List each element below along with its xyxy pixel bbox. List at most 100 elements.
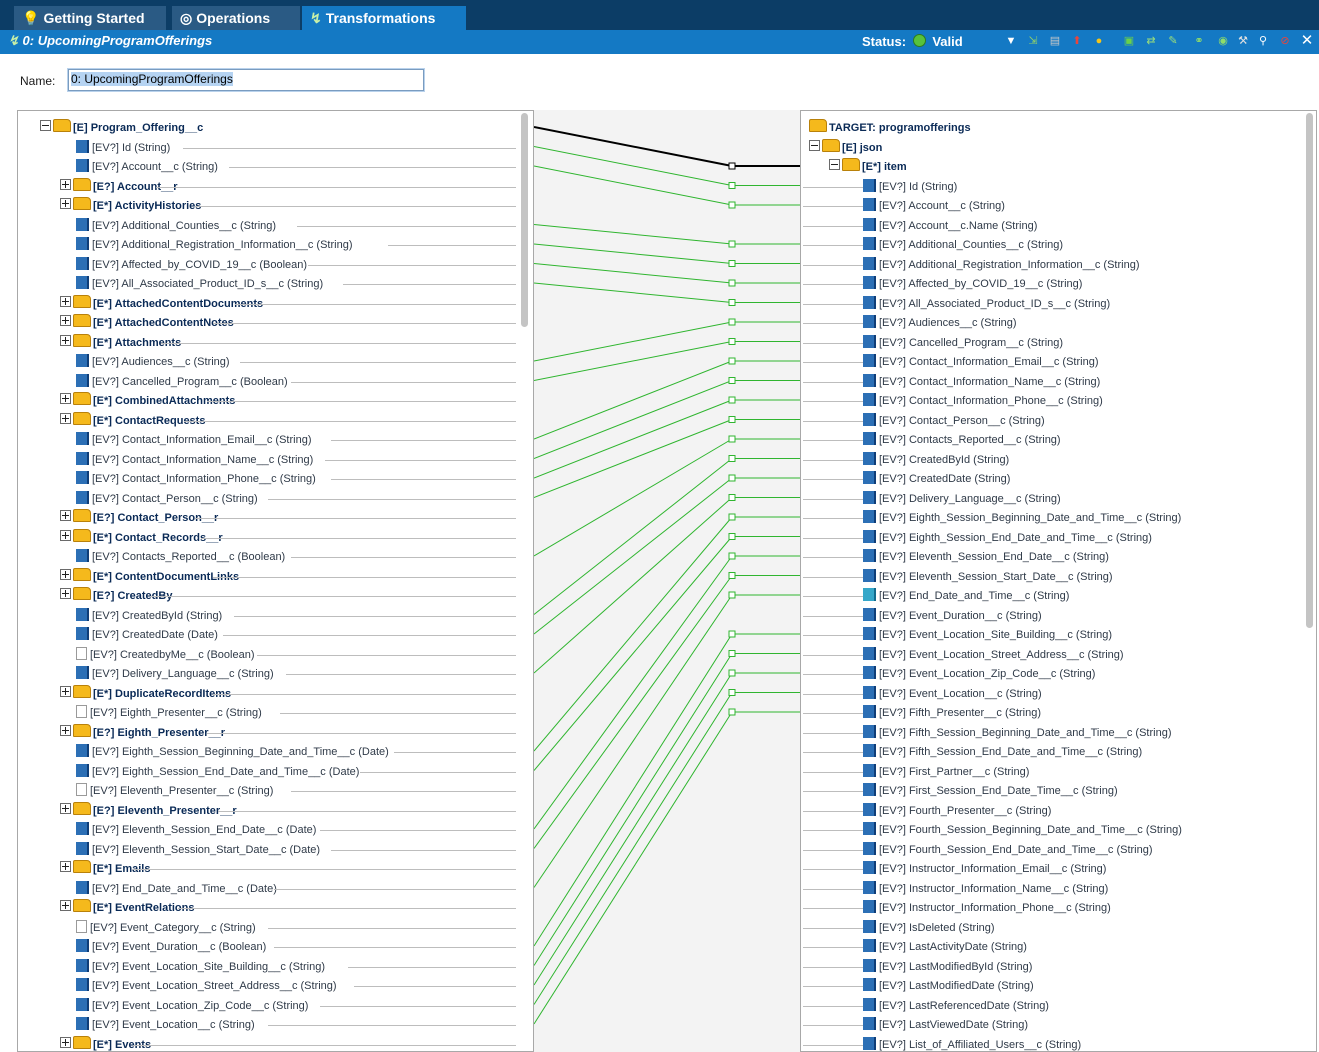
field-mapping-link[interactable] [534, 672, 733, 986]
mapping-node-handle[interactable] [728, 162, 736, 170]
upload-icon[interactable]: ⬆ [1070, 34, 1084, 48]
mapping-node-handle[interactable] [728, 708, 736, 716]
target-tree-row[interactable]: [EV?] List_of_Affiliated_Users__c (Strin… [863, 1036, 1316, 1052]
target-tree-row[interactable]: [EV?] Affected_by_COVID_19__c (String) [863, 275, 1316, 294]
target-tree-row[interactable]: [EV?] Additional_Counties__c (String) [863, 236, 1316, 255]
field-mapping-link[interactable] [534, 516, 733, 752]
dropdown-arrow-icon[interactable]: ▼ [1004, 34, 1018, 48]
target-tree-row[interactable]: [EV?] Fourth_Session_Beginning_Date_and_… [863, 821, 1316, 840]
field-mapping-link[interactable] [534, 146, 733, 186]
tool-icon[interactable]: ⚒ [1236, 34, 1250, 48]
mapping-node-handle[interactable] [728, 240, 736, 248]
mapping-node-handle[interactable] [728, 338, 736, 345]
target-tree-row[interactable]: [EV?] Eighth_Session_Beginning_Date_and_… [863, 509, 1316, 528]
globe-icon[interactable]: ◉ [1216, 34, 1230, 48]
target-tree-row[interactable]: [E] json [809, 138, 1309, 158]
binoculars-icon[interactable]: ⚭ [1192, 34, 1206, 48]
target-tree-row[interactable]: [EV?] CreatedById (String) [863, 451, 1316, 470]
expand-icon[interactable] [60, 900, 71, 911]
target-tree-row[interactable]: [EV?] Eighth_Session_End_Date_and_Time__… [863, 529, 1316, 548]
mapping-node-handle[interactable] [728, 650, 736, 657]
target-tree-row[interactable]: [EV?] End_Date_and_Time__c (String) [863, 587, 1316, 606]
mapping-node-handle[interactable] [728, 396, 736, 404]
target-tree-row[interactable]: [EV?] All_Associated_Product_ID_s__c (St… [863, 295, 1316, 314]
field-mapping-link[interactable] [534, 282, 733, 303]
target-tree-row[interactable]: [EV?] IsDeleted (String) [863, 919, 1316, 938]
field-mapping-link[interactable] [534, 360, 733, 440]
root-mapping-link[interactable] [534, 126, 733, 167]
target-tree-row[interactable]: [EV?] Contact_Information_Phone__c (Stri… [863, 392, 1316, 411]
target-tree-row[interactable]: [EV?] Id (String) [863, 178, 1316, 197]
mapping-node-handle[interactable] [728, 279, 736, 287]
expand-icon[interactable] [60, 178, 71, 190]
mapping-node-handle[interactable] [728, 357, 736, 365]
expand-icon[interactable] [60, 295, 71, 307]
target-tree-row[interactable]: [EV?] Fifth_Presenter__c (String) [863, 704, 1316, 723]
target-tree-row[interactable]: [EV?] Audiences__c (String) [863, 314, 1316, 333]
dot-icon[interactable]: ● [1092, 34, 1106, 48]
expand-icon[interactable] [60, 412, 71, 424]
field-mapping-link[interactable] [534, 263, 733, 284]
collapse-icon[interactable] [829, 159, 840, 170]
target-tree-row[interactable]: [EV?] Event_Location_Site_Building__c (S… [863, 626, 1316, 645]
expand-icon[interactable] [60, 198, 71, 209]
collapse-icon[interactable] [809, 139, 820, 151]
target-tree-row[interactable]: [E*] item [829, 158, 1316, 177]
mapping-node-handle[interactable] [728, 533, 736, 540]
field-mapping-link[interactable] [534, 692, 733, 1005]
field-mapping-link[interactable] [534, 380, 733, 459]
expand-icon[interactable] [60, 685, 71, 697]
target-tree-row[interactable]: [EV?] Instructor_Information_Email__c (S… [863, 860, 1316, 879]
document-icon[interactable]: ▤ [1048, 34, 1062, 48]
field-mapping-link[interactable] [534, 341, 733, 381]
target-tree-row[interactable]: [EV?] LastViewedDate (String) [863, 1016, 1316, 1035]
source-scrollbar[interactable] [521, 113, 528, 327]
target-tree-row[interactable]: [EV?] Contact_Information_Email__c (Stri… [863, 353, 1316, 372]
field-mapping-link[interactable] [534, 419, 733, 498]
field-mapping-link[interactable] [534, 594, 733, 888]
tab-transformations[interactable]: ↯ Transformations [302, 6, 466, 30]
field-mapping-link[interactable] [534, 536, 733, 771]
expand-icon[interactable] [60, 724, 71, 736]
mapping-node-handle[interactable] [728, 260, 736, 267]
target-tree-row[interactable]: [EV?] Cancelled_Program__c (String) [863, 334, 1316, 353]
target-tree-row[interactable]: [EV?] CreatedDate (String) [863, 470, 1316, 489]
target-tree-row[interactable]: [EV?] LastModifiedById (String) [863, 958, 1316, 977]
tab-getting-started[interactable]: 💡 Getting Started [14, 6, 166, 30]
expand-icon[interactable] [60, 529, 71, 541]
expand-icon[interactable] [60, 568, 71, 580]
expand-icon[interactable] [60, 802, 71, 814]
target-tree-row[interactable]: [EV?] LastActivityDate (String) [863, 938, 1316, 957]
field-mapping-link[interactable] [534, 711, 733, 1025]
field-mapping-link[interactable] [534, 224, 733, 245]
target-tree-row[interactable]: [EV?] Instructor_Information_Name__c (St… [863, 880, 1316, 899]
collapse-icon[interactable] [40, 120, 51, 131]
field-mapping-link[interactable] [534, 653, 733, 966]
field-mapping-link[interactable] [534, 477, 733, 635]
target-tree-row[interactable]: [EV?] Instructor_Information_Phone__c (S… [863, 899, 1316, 918]
target-tree-row[interactable]: [EV?] Eleventh_Session_End_Date__c (Stri… [863, 548, 1316, 567]
target-tree-row[interactable]: [EV?] Event_Duration__c (String) [863, 607, 1316, 626]
field-mapping-link[interactable] [534, 497, 733, 674]
mapping-node-handle[interactable] [728, 552, 736, 560]
mapping-node-handle[interactable] [728, 182, 736, 189]
mapping-icon[interactable]: ⇄ [1144, 34, 1158, 48]
target-tree-row[interactable]: [EV?] Contacts_Reported__c (String) [863, 431, 1316, 450]
target-tree-row[interactable]: [EV?] Fifth_Session_Beginning_Date_and_T… [863, 724, 1316, 743]
source-tree-panel[interactable]: [E] Program_Offering__c [EV?] Id (String)… [17, 110, 534, 1052]
field-mapping-link[interactable] [534, 633, 733, 947]
mapping-node-handle[interactable] [728, 435, 736, 443]
target-tree-row[interactable]: [EV?] Fifth_Session_End_Date_and_Time__c… [863, 743, 1316, 762]
target-tree-row[interactable]: [EV?] Fourth_Presenter__c (String) [863, 802, 1316, 821]
field-mapping-link[interactable] [534, 243, 733, 264]
target-tree-row[interactable]: [EV?] Eleventh_Session_Start_Date__c (St… [863, 568, 1316, 587]
expand-icon[interactable] [60, 510, 71, 521]
field-mapping-link[interactable] [534, 165, 733, 206]
target-tree-row[interactable]: [EV?] Fourth_Session_End_Date_and_Time__… [863, 841, 1316, 860]
field-mapping-link[interactable] [534, 438, 733, 557]
name-input[interactable]: 0: UpcomingProgramOfferings [68, 69, 424, 91]
field-mapping-link[interactable] [534, 458, 733, 615]
expand-icon[interactable] [60, 588, 71, 599]
image-icon[interactable]: ▣ [1122, 34, 1136, 48]
target-tree-row[interactable]: TARGET: programofferings [809, 119, 1309, 138]
